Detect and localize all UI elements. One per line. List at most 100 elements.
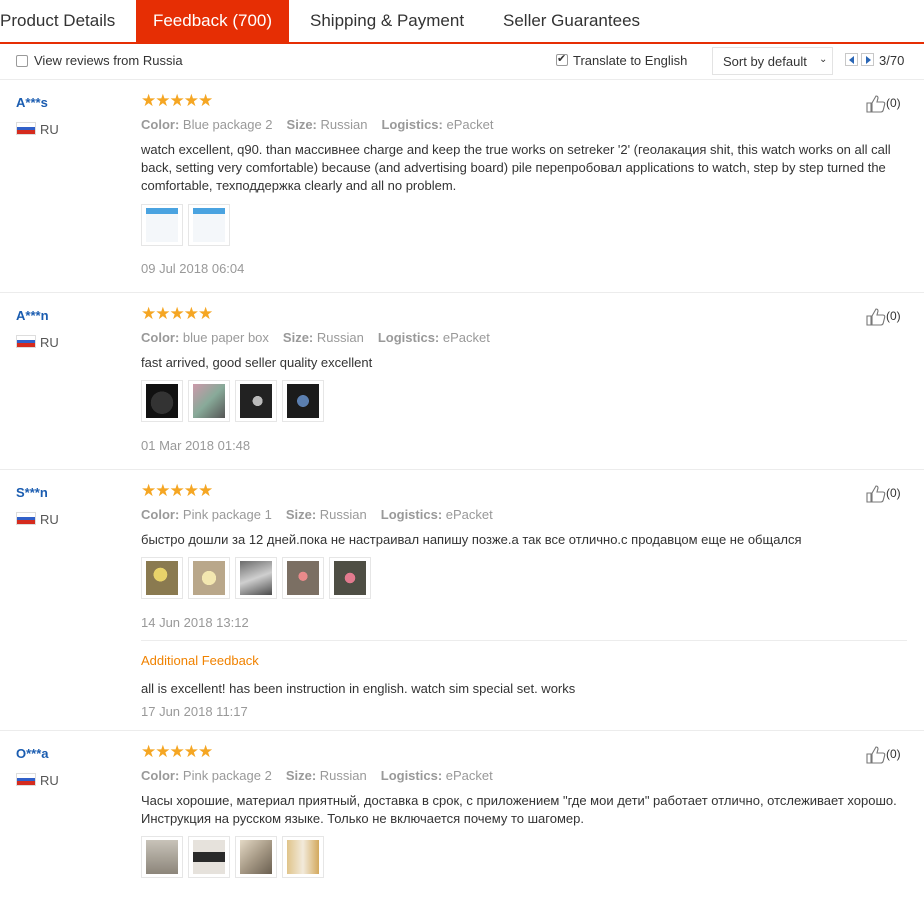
reviewer-country: RU — [40, 335, 59, 350]
review-photo[interactable] — [282, 380, 324, 422]
additional-feedback-heading: Additional Feedback — [141, 653, 259, 668]
logistics-label: Logistics: — [377, 330, 440, 345]
star-rating: ★★★★★ — [141, 91, 213, 111]
review-meta: Color: blue paper box Size: Russian Logist… — [141, 330, 490, 345]
russia-flag-icon — [16, 122, 36, 135]
logistics-label: Logistics: — [381, 117, 443, 132]
color-value: Blue package 2 — [182, 117, 273, 132]
chevron-down-icon: ⌄ — [819, 54, 828, 65]
review-item: S***n RU ★★★★★ Color: Pink package 1 Size… — [0, 470, 924, 731]
logistics-label: Logistics: — [380, 768, 443, 783]
color-label: Color: — [141, 768, 180, 783]
reviewer-country: RU — [40, 512, 59, 527]
helpful-count: (0) — [886, 486, 901, 501]
review-photo[interactable] — [141, 557, 183, 599]
tab-bar: Product Details Feedback (700) Shipping … — [0, 0, 924, 44]
review-text: watch excellent, q90. than массивнее cha… — [141, 142, 891, 193]
logistics-value: ePacket — [445, 768, 493, 783]
sort-dropdown[interactable]: Sort by default ⌄ — [712, 47, 833, 75]
reviewer-name[interactable]: S***n — [16, 485, 48, 500]
size-label: Size: — [282, 330, 314, 345]
thumbs-up-icon — [866, 485, 886, 503]
review-text: fast arrived, good seller quality excell… — [141, 355, 373, 370]
star-rating: ★★★★★ — [141, 742, 213, 762]
review-date: 09 Jul 2018 06:04 — [141, 261, 245, 276]
logistics-value: ePacket — [442, 330, 490, 345]
next-page-button[interactable] — [861, 53, 874, 66]
size-value: Russian — [320, 117, 368, 132]
review-photo[interactable] — [282, 836, 324, 878]
color-label: Color: — [141, 507, 180, 522]
helpful-count: (0) — [886, 96, 901, 111]
review-photo[interactable] — [188, 836, 230, 878]
size-value: Russian — [316, 330, 364, 345]
reviewer-country: RU — [40, 122, 59, 137]
review-photo[interactable] — [188, 204, 230, 246]
divider — [141, 640, 907, 641]
helpful-button[interactable]: (0) — [866, 308, 901, 326]
translate-label[interactable]: Translate to English — [573, 53, 687, 68]
review-item: O***a RU ★★★★★ Color: Pink package 2 Size… — [0, 731, 924, 897]
thumbs-up-icon — [866, 308, 886, 326]
arrow-right-icon — [866, 56, 871, 64]
page-indicator: 3/70 — [879, 53, 905, 68]
color-value: Pink package 2 — [182, 768, 272, 783]
review-photo[interactable] — [235, 836, 277, 878]
prev-page-button[interactable] — [845, 53, 858, 66]
view-reviews-russia-checkbox[interactable] — [16, 55, 28, 67]
russia-flag-icon — [16, 335, 36, 348]
russia-flag-icon — [16, 512, 36, 525]
view-reviews-russia-label[interactable]: View reviews from Russia — [34, 53, 183, 68]
star-rating: ★★★★★ — [141, 304, 213, 324]
star-rating: ★★★★★ — [141, 481, 213, 501]
review-photo[interactable] — [141, 380, 183, 422]
logistics-value: ePacket — [446, 117, 494, 132]
reviewer-name[interactable]: A***n — [16, 308, 49, 323]
additional-feedback-date: 17 Jun 2018 11:17 — [141, 704, 248, 719]
review-item: A***n RU ★★★★★ Color: blue paper box Size… — [0, 293, 924, 470]
review-meta: Color: Blue package 2 Size: Russian Logist… — [141, 117, 493, 132]
helpful-count: (0) — [886, 747, 901, 762]
reviewer-country: RU — [40, 773, 59, 788]
review-photo[interactable] — [188, 557, 230, 599]
review-item: A***s RU ★★★★★ Color: Blue package 2 Size… — [0, 80, 924, 293]
thumbs-up-icon — [866, 746, 886, 764]
russia-flag-icon — [16, 773, 36, 786]
review-photo[interactable] — [282, 557, 324, 599]
color-value: blue paper box — [182, 330, 269, 345]
tab-shipping-payment[interactable]: Shipping & Payment — [310, 0, 480, 42]
review-photo[interactable] — [141, 836, 183, 878]
review-photo[interactable] — [235, 380, 277, 422]
reviewer-name[interactable]: A***s — [16, 95, 48, 110]
arrow-left-icon — [849, 56, 854, 64]
color-value: Pink package 1 — [182, 507, 272, 522]
tab-feedback[interactable]: Feedback (700) — [136, 0, 289, 42]
size-value: Russian — [319, 768, 367, 783]
logistics-label: Logistics: — [380, 507, 443, 522]
tab-seller-guarantees[interactable]: Seller Guarantees — [503, 0, 653, 42]
helpful-count: (0) — [886, 309, 901, 324]
review-date: 01 Mar 2018 01:48 — [141, 438, 251, 453]
review-meta: Color: Pink package 2 Size: Russian Logist… — [141, 768, 493, 783]
helpful-button[interactable]: (0) — [866, 746, 901, 764]
review-photo[interactable] — [141, 204, 183, 246]
translate-checkbox[interactable] — [556, 52, 568, 66]
review-text: быстро дошли за 12 дней.пока не настраив… — [141, 532, 802, 547]
size-label: Size: — [285, 507, 317, 522]
review-photo[interactable] — [235, 557, 277, 599]
review-text: Часы хорошие, материал приятный, доставк… — [141, 793, 897, 826]
helpful-button[interactable]: (0) — [866, 95, 901, 113]
tab-product-details[interactable]: Product Details — [0, 0, 136, 42]
size-label: Size: — [285, 768, 317, 783]
review-photo[interactable] — [329, 557, 371, 599]
feedback-toolbar: View reviews from Russia Translate to En… — [0, 44, 924, 80]
logistics-value: ePacket — [445, 507, 493, 522]
review-date: 14 Jun 2018 13:12 — [141, 615, 249, 630]
reviewer-name[interactable]: O***a — [16, 746, 49, 761]
thumbs-up-icon — [866, 95, 886, 113]
helpful-button[interactable]: (0) — [866, 485, 901, 503]
additional-feedback-text: all is excellent! has been instruction i… — [141, 681, 576, 696]
review-meta: Color: Pink package 1 Size: Russian Logist… — [141, 507, 493, 522]
sort-dropdown-label: Sort by default — [723, 54, 807, 69]
review-photo[interactable] — [188, 380, 230, 422]
